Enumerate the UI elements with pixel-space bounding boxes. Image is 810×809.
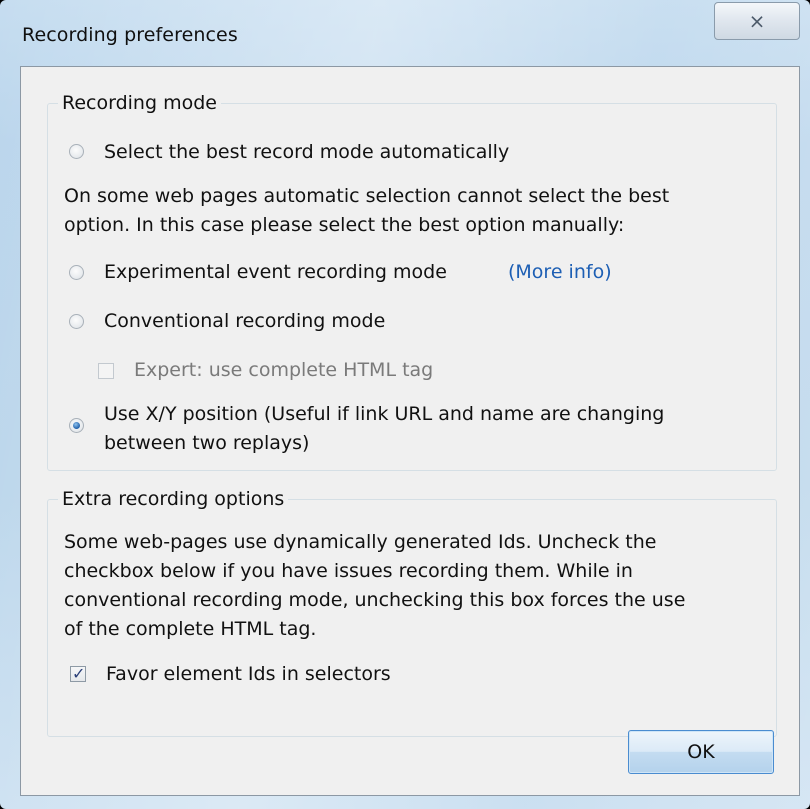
note-line-2: option. In this case please select the b… — [64, 214, 625, 236]
extra-options-legend: Extra recording options — [58, 488, 289, 510]
close-icon: ⨯ — [748, 9, 766, 33]
conventional-mode-label[interactable]: Conventional recording mode — [104, 307, 385, 335]
dialog-client-area: Recording mode Select the best record mo… — [20, 66, 800, 796]
more-info-link[interactable]: (More info) — [508, 258, 612, 286]
title-bar[interactable]: Recording preferences ⨯ — [0, 0, 810, 66]
ok-button[interactable]: OK — [628, 730, 774, 774]
experimental-mode-radio[interactable] — [69, 265, 84, 280]
xy-position-label-line-1[interactable]: Use X/Y position (Useful if link URL and… — [104, 400, 664, 428]
xy-position-label-line-2[interactable]: between two replays) — [104, 429, 309, 457]
extra-desc-line-1: Some web-pages use dynamically generated… — [64, 531, 657, 553]
favor-ids-checkbox[interactable]: ✓ — [70, 664, 86, 683]
experimental-mode-label[interactable]: Experimental event recording mode — [104, 258, 447, 286]
auto-mode-radio[interactable] — [69, 144, 84, 159]
check-mark-icon: ✓ — [72, 664, 86, 683]
ok-button-label: OK — [687, 741, 715, 763]
window-title: Recording preferences — [22, 24, 238, 46]
dialog-window: Recording preferences ⨯ Recording mode S… — [0, 0, 810, 809]
recording-mode-legend: Recording mode — [58, 92, 221, 114]
close-button[interactable]: ⨯ — [714, 2, 800, 40]
extra-desc-line-4: of the complete HTML tag. — [64, 618, 317, 640]
expert-checkbox-label[interactable]: Expert: use complete HTML tag — [134, 356, 433, 384]
favor-ids-label[interactable]: Favor element Ids in selectors — [106, 660, 391, 688]
extra-desc-line-2: checkbox below if you have issues record… — [64, 560, 633, 582]
xy-position-radio[interactable] — [69, 418, 84, 433]
auto-mode-label[interactable]: Select the best record mode automaticall… — [104, 138, 509, 166]
recording-mode-group: Recording mode Select the best record mo… — [47, 92, 777, 471]
extra-desc-line-3: conventional recording mode, unchecking … — [64, 589, 686, 611]
conventional-mode-radio[interactable] — [69, 314, 84, 329]
note-line-1: On some web pages automatic selection ca… — [64, 185, 670, 207]
extra-options-group: Extra recording options Some web-pages u… — [47, 488, 777, 737]
expert-checkbox[interactable] — [98, 363, 114, 379]
